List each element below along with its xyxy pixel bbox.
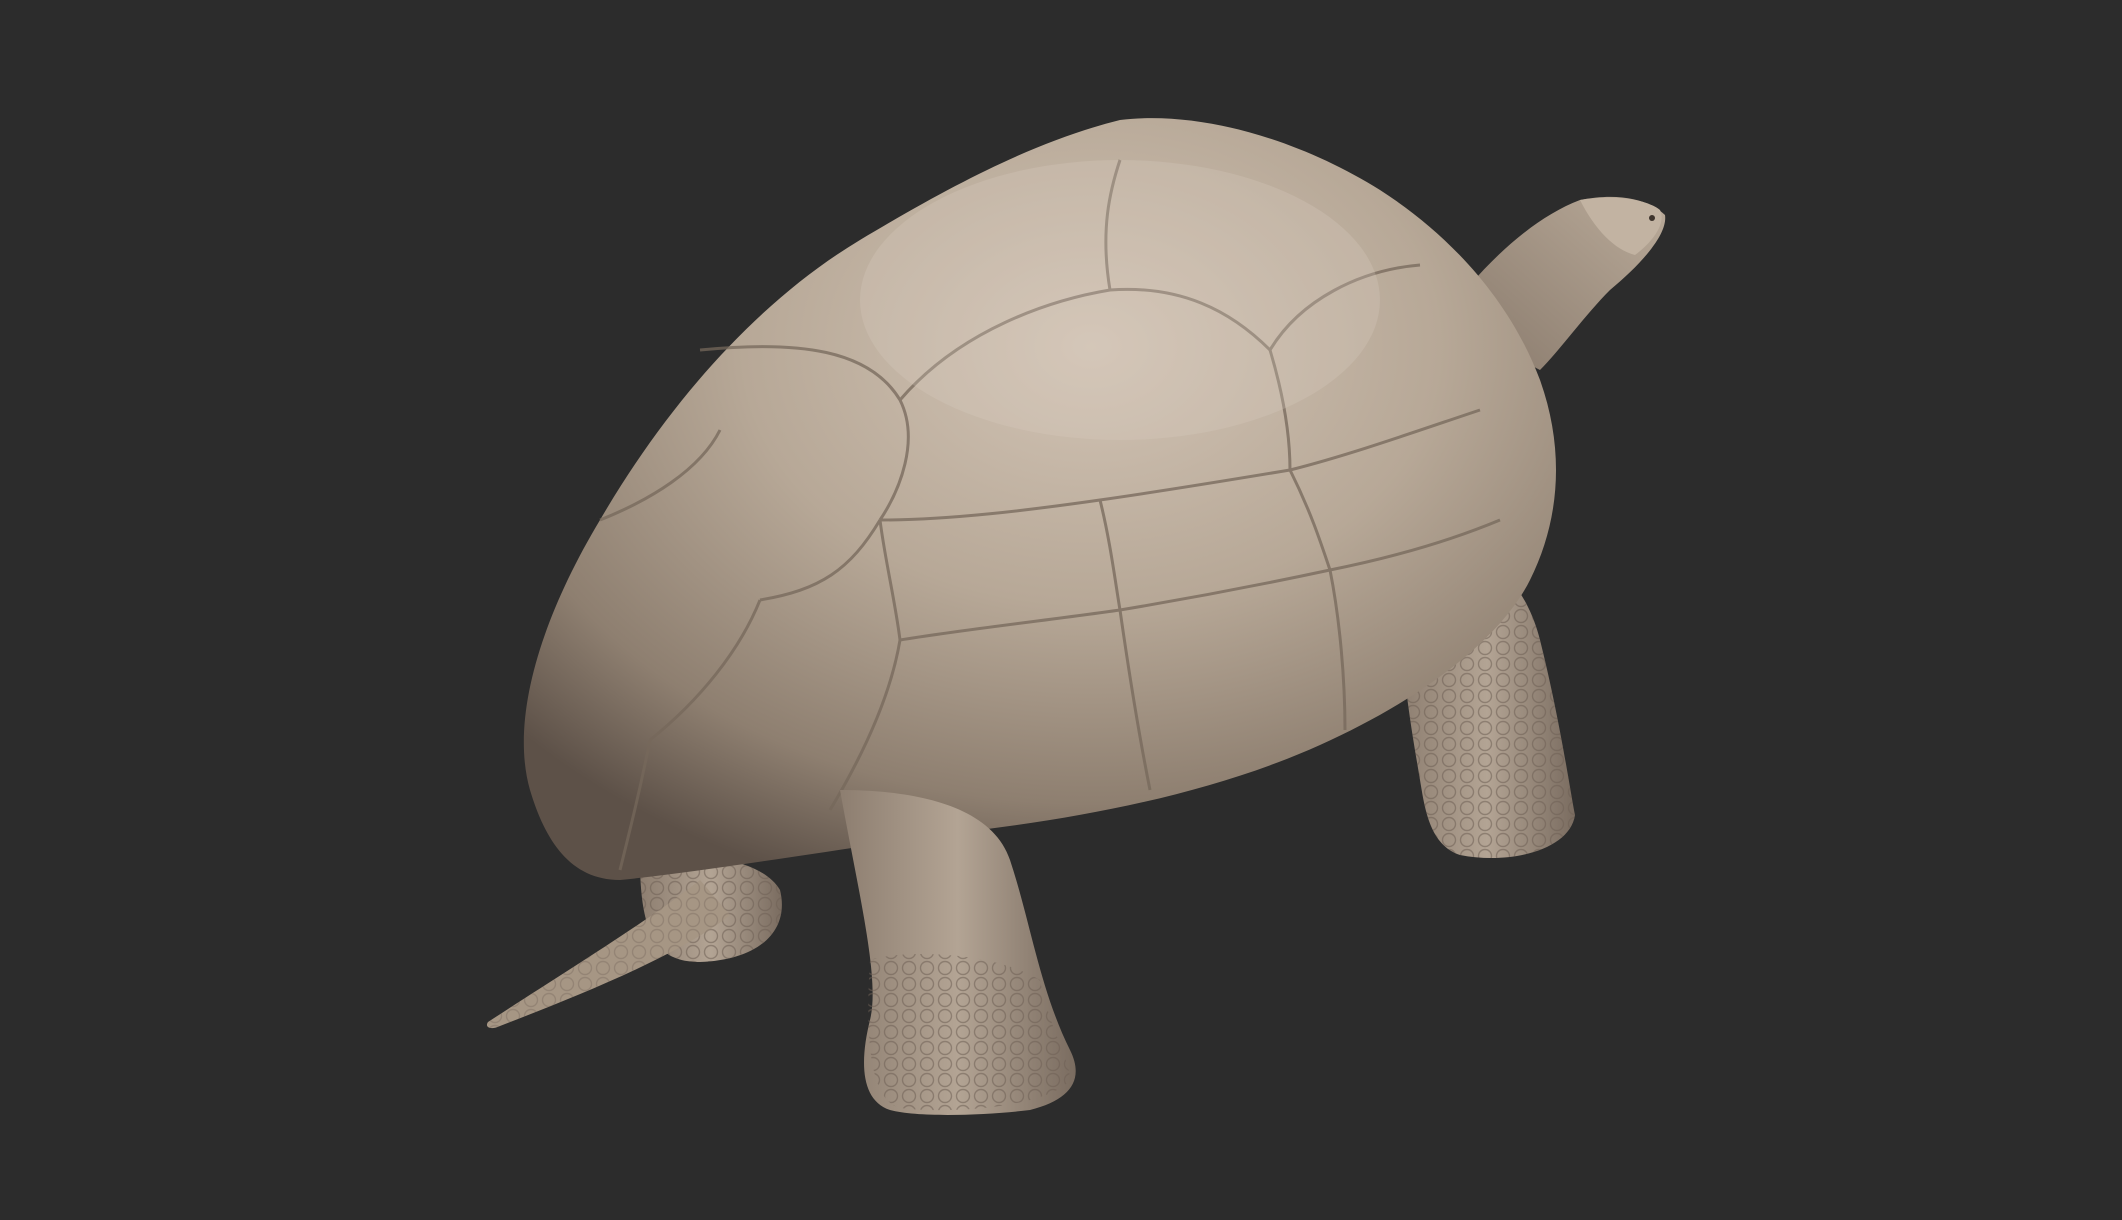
carapace	[523, 118, 1557, 880]
tortoise-render	[486, 118, 1666, 1115]
sculpt-viewport[interactable]	[0, 0, 2122, 1220]
shell-highlight	[860, 160, 1380, 440]
near-rear-leg	[840, 790, 1076, 1115]
